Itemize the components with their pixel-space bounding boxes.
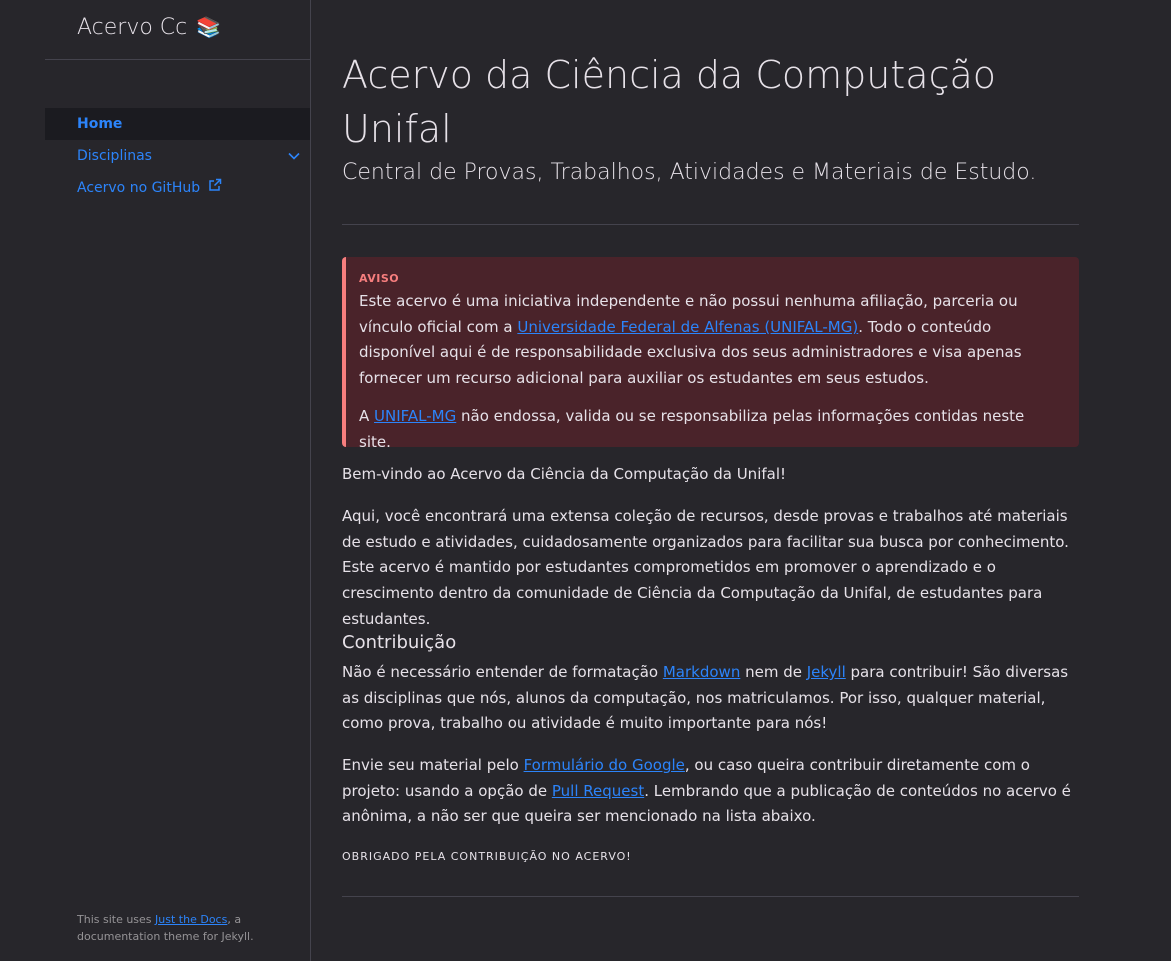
welcome-paragraph: Bem-vindo ao Acervo da Ciência da Comput… [342, 465, 787, 483]
page-subtitle: Central de Provas, Trabalhos, Atividades… [342, 160, 1037, 185]
external-link-icon [208, 172, 222, 204]
warning-label: AVISO [359, 272, 400, 285]
pull-request-link[interactable]: Pull Request [552, 782, 644, 800]
divider [342, 896, 1079, 897]
submit-paragraph: Envie seu material pelo Formulário do Go… [342, 753, 1079, 830]
sidebar-item-github[interactable]: Acervo no GitHub [45, 172, 310, 204]
footer-text-before: This site uses [77, 913, 156, 926]
just-the-docs-link[interactable]: Just the Docs [155, 913, 227, 926]
markdown-link[interactable]: Markdown [663, 663, 740, 681]
unifal-mg-link[interactable]: UNIFAL-MG [374, 407, 456, 425]
sidebar-item-label: Disciplinas [77, 148, 152, 164]
warning-text: não endossa, valida ou se responsabiliza… [359, 406, 1025, 451]
site-header: Acervo Cc 📚 [45, 0, 310, 60]
google-form-link[interactable]: Formulário do Google [524, 756, 685, 774]
contribution-heading: Contribuição [342, 632, 457, 653]
warning-text: A [359, 406, 375, 425]
chevron-down-icon[interactable] [286, 140, 302, 172]
contribution-paragraph: Não é necessário entender de formatação … [342, 660, 1079, 737]
sidebar-item-home[interactable]: Home [45, 108, 310, 140]
contribution-text: nem de [740, 663, 807, 681]
intro-paragraph: Aqui, você encontrará uma extensa coleçã… [342, 507, 1069, 628]
books-icon: 📚 [196, 15, 222, 39]
contribution-text: Não é necessário entender de formatação [342, 663, 663, 681]
sidebar: Acervo Cc 📚 Home Disciplinas Acervo no G… [0, 0, 311, 961]
submit-text: Envie seu material pelo [342, 756, 524, 774]
sidebar-item-label: Home [77, 116, 123, 132]
warning-paragraph-2: A UNIFAL-MG não endossa, valida ou se re… [359, 404, 1059, 455]
site-title-text: Acervo Cc [77, 15, 188, 40]
sidebar-item-disciplinas[interactable]: Disciplinas [45, 140, 310, 172]
sidebar-item-label: Acervo no GitHub [77, 180, 201, 196]
site-title-link[interactable]: Acervo Cc 📚 [77, 15, 221, 40]
unifal-link[interactable]: Universidade Federal de Alfenas (UNIFAL-… [517, 318, 858, 336]
sidebar-nav: Home Disciplinas Acervo no GitHub [45, 108, 310, 204]
warning-paragraph: Este acervo é uma iniciativa independent… [359, 289, 1059, 392]
page-title: Acervo da Ciência da Computação Unifal [342, 53, 996, 151]
jekyll-link[interactable]: Jekyll [807, 663, 846, 681]
footer-note: This site uses Just the Docs, a document… [77, 911, 287, 945]
divider [342, 224, 1079, 225]
thanks-label: OBRIGADO PELA CONTRIBUIÇÃO NO ACERVO! [342, 850, 632, 863]
warning-callout: AVISO Este acervo é uma iniciativa indep… [342, 257, 1079, 451]
